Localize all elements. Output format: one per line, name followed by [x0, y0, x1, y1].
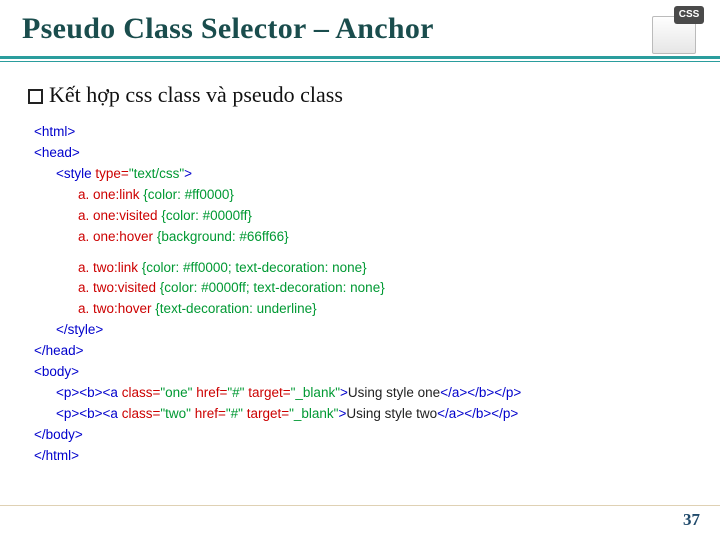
code-line: </html> — [34, 446, 686, 467]
code-line: <html> — [34, 122, 686, 143]
title-underline-thin — [0, 61, 720, 62]
code-line: <body> — [34, 362, 686, 383]
square-bullet-icon — [28, 89, 43, 104]
slide-title: Pseudo Class Selector – Anchor — [22, 12, 434, 46]
code-example: <html> <head> <style type="text/css"> a.… — [34, 122, 686, 467]
blank-line — [34, 248, 686, 258]
code-line: a. two:link {color: #ff0000; text-decora… — [34, 258, 686, 279]
bullet-row: Kết hợp css class và pseudo class — [28, 82, 343, 108]
footer-rule — [0, 505, 720, 506]
code-line: <p><b><a class="two" href="#" target="_b… — [34, 404, 686, 425]
code-line: </body> — [34, 425, 686, 446]
title-underline-thick — [0, 56, 720, 59]
code-line: a. two:hover {text-decoration: underline… — [34, 299, 686, 320]
css-badge: CSS — [674, 6, 704, 24]
code-line: a. one:hover {background: #66ff66} — [34, 227, 686, 248]
code-line: </head> — [34, 341, 686, 362]
code-line: a. one:link {color: #ff0000} — [34, 185, 686, 206]
code-line: a. two:visited {color: #0000ff; text-dec… — [34, 278, 686, 299]
bullet-text: Kết hợp css class và pseudo class — [49, 82, 343, 108]
page-number: 37 — [683, 510, 700, 530]
code-line: <style type="text/css"> — [34, 164, 686, 185]
code-line: <head> — [34, 143, 686, 164]
slide: Pseudo Class Selector – Anchor CSS Kết h… — [0, 0, 720, 540]
css-file-icon: CSS — [650, 6, 704, 54]
code-line: </style> — [34, 320, 686, 341]
code-line: <p><b><a class="one" href="#" target="_b… — [34, 383, 686, 404]
code-line: a. one:visited {color: #0000ff} — [34, 206, 686, 227]
